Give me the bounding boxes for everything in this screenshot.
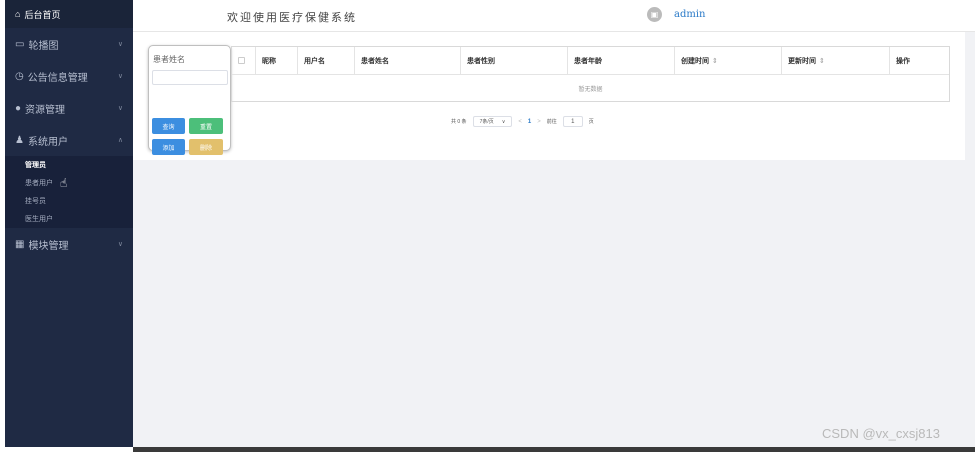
sidebar: ⌂ 后台首页 ▭ 轮播图 ∨ ◷ 公告信息管理 ∨ ● 资源管理 ∨ ♟ 系统用… — [5, 0, 133, 447]
menu-item-resources[interactable]: ● 资源管理 ∨ — [5, 92, 133, 124]
submenu-system-users: 管理员 患者用户 ☝ 挂号员 医生用户 — [5, 156, 133, 228]
total-count: 共 0 条 — [451, 119, 467, 125]
user-icon: ♟ — [15, 134, 24, 146]
sub-item-registrar[interactable]: 挂号员 — [5, 192, 133, 210]
empty-state: 暂无数据 — [578, 86, 603, 93]
page-size-value: 7条/页 — [479, 119, 494, 125]
sub-item-doctor-users[interactable]: 医生用户 — [5, 210, 133, 228]
pagination: 共 0 条 7条/页 ∨ < 1 > 前往 1 页 — [451, 116, 594, 127]
location-icon: ● — [15, 102, 22, 114]
data-table: 昵称 用户名 患者姓名 患者性别 患者年龄 创建时间 ⇕ 更新时间 ⇕ 操作 暂… — [231, 46, 950, 102]
select-all-checkbox[interactable] — [238, 57, 245, 64]
sub-item-patient-users[interactable]: 患者用户 ☝ — [5, 174, 133, 192]
menu-item-modules[interactable]: ▦ 模块管理 ∨ — [5, 228, 133, 260]
column-header: 昵称 — [256, 47, 298, 74]
menu-label: 系统用户 — [27, 136, 68, 148]
avatar-icon[interactable]: ▣ — [647, 7, 662, 22]
menu-label: 公告信息管理 — [27, 72, 88, 84]
page-unit-label: 页 — [588, 119, 594, 125]
chevron-down-icon: ∨ — [117, 105, 123, 112]
select-all-cell — [232, 47, 256, 74]
menu-item-system-users[interactable]: ♟ 系统用户 ∧ — [5, 124, 133, 156]
column-label: 更新时间 — [788, 57, 816, 65]
grid-icon: ▦ — [15, 238, 25, 250]
content-panel: 患者姓名 查询 重置 添加 删除 昵称 用户名 患者姓名 患者性别 患者年龄 创… — [133, 32, 965, 160]
goto-label: 前往 — [546, 119, 557, 125]
table-header: 昵称 用户名 患者姓名 患者性别 患者年龄 创建时间 ⇕ 更新时间 ⇕ 操作 — [232, 47, 949, 75]
clock-icon: ◷ — [15, 70, 24, 82]
goto-page-input[interactable]: 1 — [562, 116, 583, 127]
watermark: CSDN @vx_cxsj813 — [822, 426, 940, 441]
sub-item-label: 挂号员 — [25, 198, 46, 205]
main-content: 患者姓名 查询 重置 添加 删除 昵称 用户名 患者姓名 患者性别 患者年龄 创… — [133, 32, 975, 447]
prev-page-icon[interactable]: < — [518, 119, 522, 125]
column-header: 患者性别 — [461, 47, 568, 74]
menu-label: 模块管理 — [28, 240, 69, 252]
chevron-down-icon: ∨ — [117, 41, 123, 48]
column-header: 患者年龄 — [568, 47, 675, 74]
sub-item-label: 管理员 — [25, 162, 46, 169]
column-header: 用户名 — [298, 47, 355, 74]
bottom-bar — [133, 447, 975, 452]
sort-icon[interactable]: ⇕ — [819, 57, 825, 65]
patient-name-label: 患者姓名 — [153, 55, 185, 64]
sub-item-label: 医生用户 — [25, 216, 53, 223]
sortable-column-header[interactable]: 更新时间 ⇕ — [782, 47, 890, 74]
chevron-up-icon: ∧ — [117, 137, 123, 144]
sidebar-home[interactable]: ⌂ 后台首页 — [5, 0, 133, 28]
delete-button[interactable]: 删除 — [189, 139, 223, 155]
username[interactable]: admin — [674, 9, 705, 20]
chevron-down-icon: ∨ — [117, 73, 123, 80]
column-header: 患者姓名 — [355, 47, 461, 74]
column-label: 创建时间 — [681, 57, 709, 65]
next-page-icon[interactable]: > — [537, 119, 541, 125]
page-title: 欢迎使用医疗保健系统 — [227, 11, 357, 24]
menu-item-notices[interactable]: ◷ 公告信息管理 ∨ — [5, 60, 133, 92]
search-card: 患者姓名 查询 重置 添加 删除 — [148, 45, 231, 155]
sub-item-label: 患者用户 — [25, 180, 53, 187]
reset-button[interactable]: 重置 — [189, 118, 223, 134]
sortable-column-header[interactable]: 创建时间 ⇕ — [675, 47, 782, 74]
page-size-select[interactable]: 7条/页 ∨ — [472, 116, 513, 127]
chevron-down-icon: ∨ — [117, 241, 123, 248]
chevron-down-icon: ∨ — [501, 118, 506, 125]
query-button[interactable]: 查询 — [152, 118, 185, 134]
image-icon: ▭ — [15, 38, 25, 50]
patient-name-input[interactable] — [152, 70, 228, 85]
menu-label: 资源管理 — [25, 104, 66, 116]
sort-icon[interactable]: ⇕ — [712, 57, 718, 65]
hand-cursor-icon: ☝ — [60, 176, 68, 190]
current-page[interactable]: 1 — [528, 119, 531, 125]
column-header: 操作 — [896, 57, 910, 65]
add-button[interactable]: 添加 — [152, 139, 185, 155]
home-icon: ⌂ — [15, 9, 21, 19]
top-header: 欢迎使用医疗保健系统 ▣ admin — [133, 0, 975, 32]
menu-item-carousel[interactable]: ▭ 轮播图 ∨ — [5, 28, 133, 60]
menu-label: 轮播图 — [28, 40, 59, 52]
sidebar-home-label: 后台首页 — [24, 9, 61, 20]
sub-item-admin[interactable]: 管理员 — [5, 156, 133, 174]
